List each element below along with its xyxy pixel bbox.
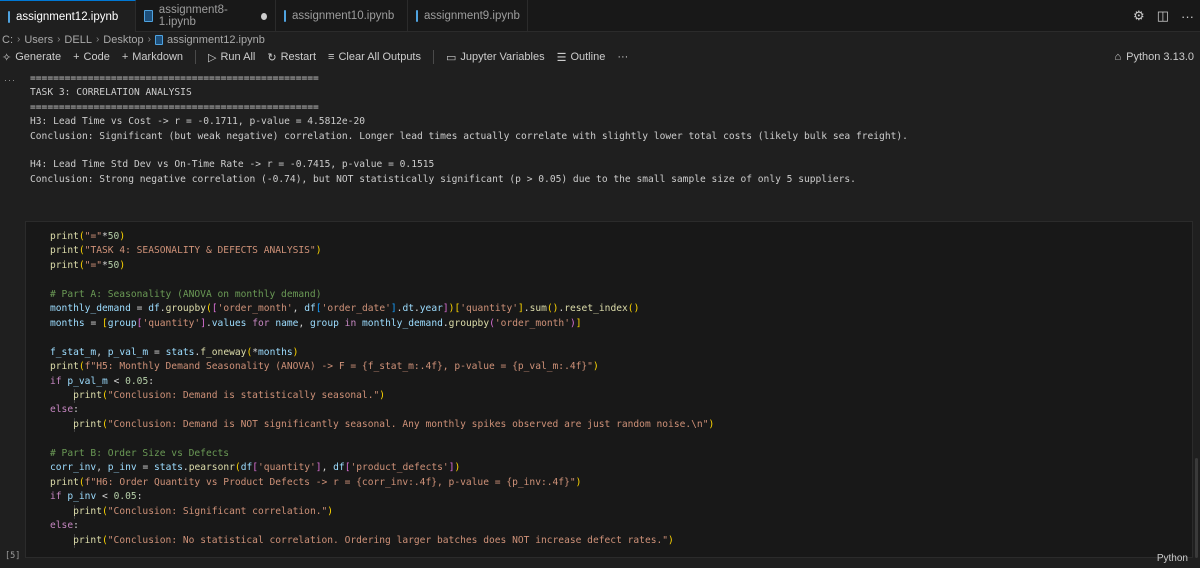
notebook-icon bbox=[284, 10, 286, 22]
breadcrumb-file[interactable]: assignment12.ipynb bbox=[167, 34, 265, 46]
unsaved-dot-icon[interactable] bbox=[261, 12, 267, 20]
generate-label: Generate bbox=[15, 51, 62, 63]
code-line[interactable]: monthly_demand = df.groupby(['order_mont… bbox=[50, 302, 714, 316]
code-line[interactable]: print("TASK 4: SEASONALITY & DEFECTS ANA… bbox=[50, 244, 714, 258]
add-code-cell-button[interactable]: + Code bbox=[73, 51, 110, 63]
breadcrumb-users[interactable]: Users bbox=[24, 34, 53, 46]
code-line[interactable]: print("Conclusion: No statistical correl… bbox=[50, 534, 714, 548]
code-line[interactable]: print(f"H6: Order Quantity vs Product De… bbox=[50, 476, 714, 490]
scrollbar-thumb[interactable] bbox=[1195, 458, 1198, 558]
run-all-label: Run All bbox=[220, 51, 256, 63]
code-line[interactable]: corr_inv, p_inv = stats.pearsonr(df['qua… bbox=[50, 461, 714, 475]
plus-icon: + bbox=[73, 51, 80, 63]
code-line[interactable]: # Part B: Order Size vs Defects bbox=[50, 447, 714, 461]
clear-outputs-label: Clear All Outputs bbox=[338, 51, 421, 63]
chevron-right-icon: › bbox=[17, 34, 21, 45]
chevron-right-icon: › bbox=[57, 34, 61, 45]
tab-label: assignment9.ipynb bbox=[424, 10, 520, 22]
chevron-right-icon: › bbox=[95, 34, 100, 45]
tab-label: assignment12.ipynb bbox=[16, 10, 119, 23]
code-label: Code bbox=[83, 51, 110, 63]
tab-assignment12[interactable]: assignment12.ipynb bbox=[0, 0, 136, 32]
sparkle-icon: ✧ bbox=[2, 51, 12, 64]
code-line[interactable]: print("="*50) bbox=[50, 230, 714, 244]
execution-count: [5] bbox=[5, 551, 21, 561]
code-line[interactable]: if p_val_m < 0.05: bbox=[50, 375, 714, 389]
restart-label: Restart bbox=[280, 51, 317, 63]
output-line: Conclusion: Significant (but weak negati… bbox=[30, 130, 908, 142]
settings-gear-icon[interactable]: ⚙ bbox=[1133, 8, 1145, 24]
tab-assignment10[interactable]: assignment10.ipynb bbox=[276, 0, 408, 32]
output-line: ========================================… bbox=[30, 73, 319, 84]
breadcrumb-drive[interactable]: C: bbox=[2, 34, 13, 46]
output-line: TASK 3: CORRELATION ANALYSIS bbox=[30, 87, 192, 99]
list-icon: ☰ bbox=[556, 51, 567, 64]
variables-icon: ▭ bbox=[446, 51, 457, 64]
breadcrumb: C: › Users › DELL › Desktop › assignment… bbox=[0, 32, 1200, 47]
markdown-label: Markdown bbox=[132, 51, 184, 63]
output-line: H3: Lead Time vs Cost -> r = -0.1711, p-… bbox=[30, 116, 366, 128]
output-line: ========================================… bbox=[30, 101, 319, 113]
restart-icon: ↻ bbox=[267, 51, 277, 64]
notebook-toolbar: ✧ Generate + Code + Markdown ▷ Run All ↻… bbox=[0, 47, 1200, 67]
breadcrumb-desktop[interactable]: Desktop bbox=[103, 34, 143, 46]
clear-all-icon: ≡ bbox=[328, 51, 335, 63]
output-line: H4: Lead Time Std Dev vs On-Time Rate ->… bbox=[30, 159, 435, 171]
notebook-icon bbox=[416, 10, 418, 22]
notebook-icon bbox=[144, 10, 153, 22]
code-cell[interactable]: print("="*50) print("TASK 4: SEASONALITY … bbox=[25, 221, 1193, 558]
code-line[interactable]: if p_inv < 0.05: bbox=[50, 490, 714, 504]
tab-assignment9[interactable]: assignment9.ipynb bbox=[408, 0, 528, 32]
kernel-icon: ⌂ bbox=[1114, 51, 1122, 63]
code-line[interactable] bbox=[50, 331, 714, 345]
breadcrumb-dell[interactable]: DELL bbox=[64, 34, 92, 46]
toolbar-divider bbox=[195, 50, 197, 64]
code-line[interactable]: # Part A: Seasonality (ANOVA on monthly … bbox=[50, 288, 714, 302]
outline-button[interactable]: ☰ Outline bbox=[557, 51, 606, 64]
variables-label: Jupyter Variables bbox=[460, 51, 545, 63]
code-line[interactable]: print("="*50) bbox=[50, 259, 714, 273]
code-line[interactable]: print("Conclusion: Significant correlati… bbox=[50, 505, 714, 519]
code-line[interactable]: print("Conclusion: Demand is statistical… bbox=[50, 389, 714, 403]
editor-tab-bar: assignment12.ipynb assignment8-1.ipynb a… bbox=[0, 0, 1200, 32]
output-more-icon[interactable]: ··· bbox=[4, 75, 16, 85]
notebook-icon bbox=[155, 34, 163, 45]
tab-actions: ⚙ ◫ ··· bbox=[1133, 0, 1194, 32]
code-editor[interactable]: print("="*50) print("TASK 4: SEASONALITY … bbox=[50, 230, 714, 548]
tab-assignment8-1[interactable]: assignment8-1.ipynb bbox=[136, 0, 276, 32]
split-editor-icon[interactable]: ◫ bbox=[1157, 8, 1169, 24]
clear-all-outputs-button[interactable]: ≡ Clear All Outputs bbox=[328, 51, 421, 63]
more-icon: ··· bbox=[617, 51, 629, 63]
code-line[interactable] bbox=[50, 432, 714, 446]
generate-button[interactable]: ✧ Generate bbox=[2, 51, 61, 64]
code-line[interactable]: f_stat_m, p_val_m = stats.f_oneway(*mont… bbox=[50, 346, 714, 360]
cell-language-picker[interactable]: Python bbox=[1157, 553, 1188, 564]
chevron-right-icon: › bbox=[147, 34, 151, 45]
code-line[interactable]: else: bbox=[50, 519, 714, 533]
toolbar-more-button[interactable]: ··· bbox=[617, 51, 628, 63]
code-line[interactable]: else: bbox=[50, 403, 714, 417]
notebook-icon bbox=[8, 10, 10, 23]
tab-label: assignment8-1.ipynb bbox=[158, 4, 228, 28]
output-line: Conclusion: Strong negative correlation … bbox=[30, 173, 856, 185]
jupyter-variables-button[interactable]: ▭ Jupyter Variables bbox=[446, 51, 545, 64]
code-line[interactable] bbox=[50, 273, 714, 287]
cell-output: ========================================… bbox=[30, 72, 1180, 187]
plus-icon: + bbox=[121, 51, 129, 63]
run-all-button[interactable]: ▷ Run All bbox=[208, 51, 255, 64]
tab-label: assignment10.ipynb bbox=[292, 10, 395, 22]
code-line[interactable]: print(f"H5: Monthly Demand Seasonality (… bbox=[50, 360, 714, 374]
code-line[interactable]: print("Conclusion: Demand is NOT signifi… bbox=[50, 418, 714, 432]
play-icon: ▷ bbox=[208, 51, 217, 64]
kernel-label: Python 3.13.0 bbox=[1126, 51, 1194, 63]
code-line[interactable]: months = [group['quantity'].values for n… bbox=[50, 317, 714, 331]
toolbar-divider bbox=[433, 50, 434, 64]
outline-label: Outline bbox=[570, 51, 606, 63]
kernel-picker[interactable]: ⌂ Python 3.13.0 bbox=[1114, 47, 1194, 67]
add-markdown-cell-button[interactable]: + Markdown bbox=[122, 51, 183, 63]
restart-button[interactable]: ↻ Restart bbox=[267, 51, 316, 64]
more-actions-icon[interactable]: ··· bbox=[1181, 9, 1194, 24]
